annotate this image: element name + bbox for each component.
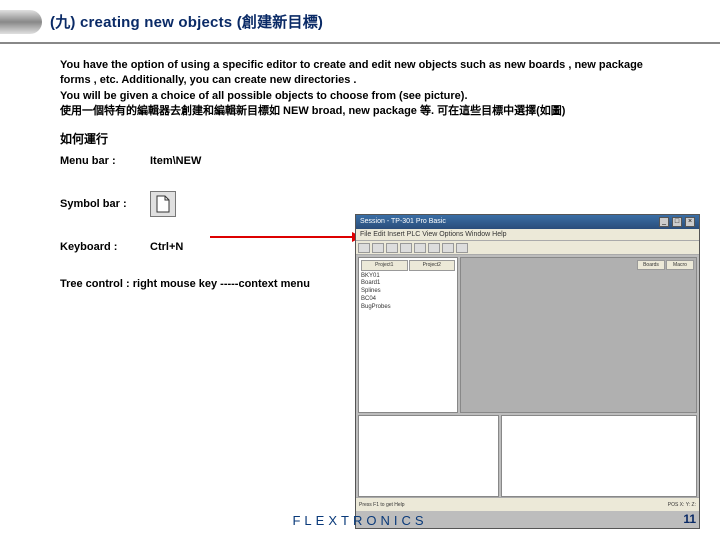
toolbar-button[interactable] xyxy=(372,243,384,253)
keyboard-value: Ctrl+N xyxy=(150,241,183,253)
menu-bar-value: Item\NEW xyxy=(150,155,201,167)
symbol-bar-row: Symbol bar : xyxy=(60,191,360,217)
page-number: 11 xyxy=(683,512,696,526)
canvas-tab[interactable]: Macro xyxy=(666,260,694,270)
tree-item[interactable]: Splines xyxy=(361,288,455,296)
slide-footer: FLEXTRONICS xyxy=(0,513,720,528)
toolbar-button[interactable] xyxy=(428,243,440,253)
app-side-panel: Project1 Project2 BKY01 Board1 Splines B… xyxy=(358,257,458,413)
canvas-tab[interactable]: Boards xyxy=(637,260,665,270)
toolbar-button[interactable] xyxy=(442,243,454,253)
maximize-icon[interactable]: □ xyxy=(672,217,682,227)
footer-logo: FLEXTRONICS xyxy=(292,513,427,528)
minimize-icon[interactable]: _ xyxy=(659,217,669,227)
bottom-right-panel xyxy=(501,415,697,497)
slide-header: (九) creating new objects (創建新目標) xyxy=(0,0,720,44)
symbol-bar-label: Symbol bar : xyxy=(60,198,150,210)
intro-line-2: You will be given a choice of all possib… xyxy=(60,89,660,104)
keyboard-row: Keyboard : Ctrl+N xyxy=(60,241,360,253)
toolbar-button[interactable] xyxy=(414,243,426,253)
intro-line-1: You have the option of using a specific … xyxy=(60,58,660,89)
header-graphic xyxy=(0,10,42,34)
side-tabs: Project1 Project2 xyxy=(361,260,455,271)
tree-item[interactable]: BugProbes xyxy=(361,304,455,312)
toolbar-button[interactable] xyxy=(456,243,468,253)
bottom-left-panel xyxy=(358,415,499,497)
app-menubar[interactable]: File Edit Insert PLC View Options Window… xyxy=(356,229,699,241)
red-arrow xyxy=(210,236,360,238)
side-tab[interactable]: Project2 xyxy=(409,260,456,271)
tree-item[interactable]: BKY01 xyxy=(361,273,455,281)
new-document-icon xyxy=(150,191,176,217)
keyboard-label: Keyboard : xyxy=(60,241,150,253)
toolbar-button[interactable] xyxy=(400,243,412,253)
app-statusbar: Press F1 to get Help POS X: Y: Z: xyxy=(356,497,699,511)
app-canvas: Boards Macro xyxy=(460,257,697,413)
intro-line-3: 使用一個特有的編輯器去創建和編輯新目標如 NEW broad, new pack… xyxy=(60,104,660,119)
side-tab[interactable]: Project1 xyxy=(361,260,408,271)
how-to-run-heading: 如何運行 xyxy=(60,130,680,147)
page-icon xyxy=(156,195,170,213)
intro-text: You have the option of using a specific … xyxy=(60,58,680,120)
tree-item[interactable]: BC04 xyxy=(361,296,455,304)
toolbar-button[interactable] xyxy=(358,243,370,253)
app-title-text: Session - TP-301 Pro Basic xyxy=(360,215,446,229)
status-left: Press F1 to get Help xyxy=(359,502,405,508)
bottom-split xyxy=(356,415,699,497)
window-controls: _ □ × xyxy=(658,215,695,229)
tree-item[interactable]: Board1 xyxy=(361,280,455,288)
menu-bar-label: Menu bar : xyxy=(60,155,150,167)
close-icon[interactable]: × xyxy=(685,217,695,227)
app-toolbar xyxy=(356,241,699,255)
app-titlebar: Session - TP-301 Pro Basic _ □ × xyxy=(356,215,699,229)
app-main-area: Project1 Project2 BKY01 Board1 Splines B… xyxy=(356,255,699,415)
menu-bar-row: Menu bar : Item\NEW xyxy=(60,155,360,167)
slide-body: You have the option of using a specific … xyxy=(0,44,720,292)
toolbar-button[interactable] xyxy=(386,243,398,253)
slide-title: (九) creating new objects (創建新目標) xyxy=(50,11,323,32)
app-bottom-area: Press F1 to get Help POS X: Y: Z: xyxy=(356,415,699,511)
status-right: POS X: Y: Z: xyxy=(668,502,696,508)
canvas-tabs: Boards Macro xyxy=(637,260,694,270)
app-screenshot: Session - TP-301 Pro Basic _ □ × File Ed… xyxy=(355,214,700,529)
